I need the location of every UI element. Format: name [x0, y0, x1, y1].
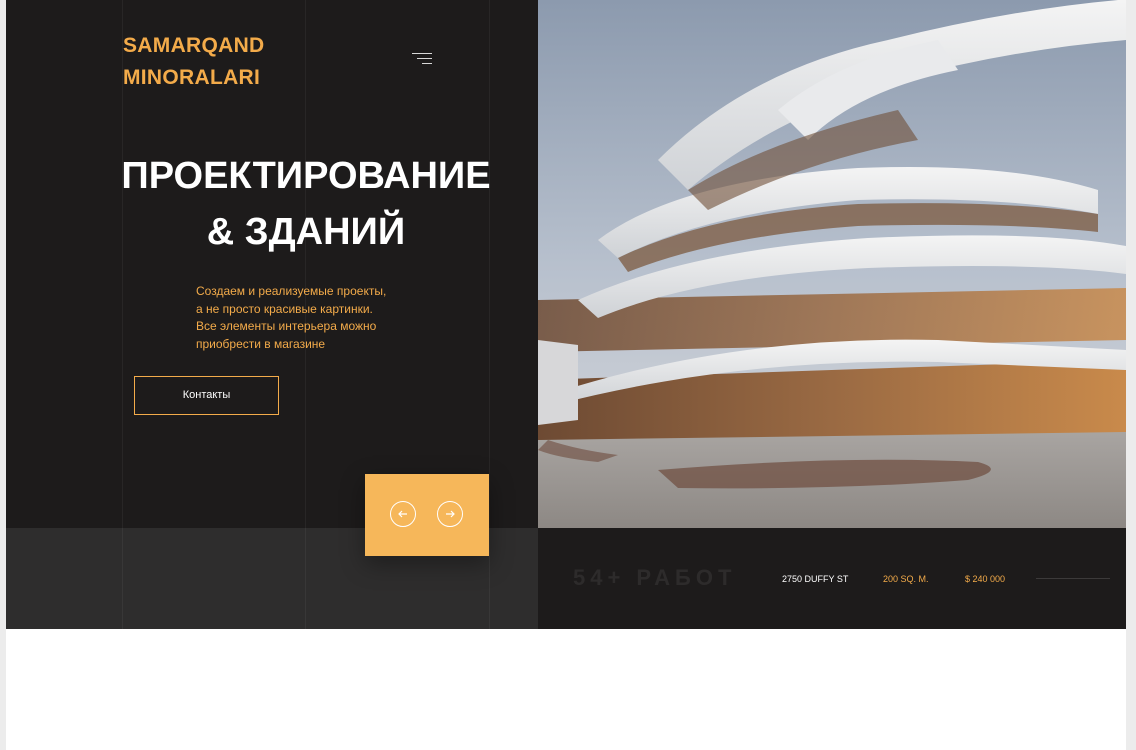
page-title: ПРОЕКТИРОВАНИЕ & ЗДАНИЙ	[106, 148, 506, 260]
title-line-2: & ЗДАНИЙ	[206, 211, 406, 253]
description-line: а не просто красивые картинки.	[196, 301, 373, 316]
slider-controls	[365, 474, 489, 556]
description-line: Создаем и реализуемые проекты,	[196, 284, 387, 298]
grid-line	[489, 0, 490, 640]
works-count: 54+ РАБОТ	[573, 565, 737, 590]
divider	[1036, 578, 1110, 579]
page: SAMARQAND MINORALARI ПРОЕКТИРОВАНИЕ & ЗД…	[6, 0, 1126, 750]
title-line-1: ПРОЕКТИРОВАНИЕ	[121, 155, 491, 197]
grid-line	[122, 0, 123, 640]
logo-line-2: MINORALARI	[123, 66, 261, 89]
contact-button[interactable]: Контакты	[134, 376, 279, 415]
arrow-left-icon[interactable]	[390, 501, 416, 527]
description-line: приобрести в магазине	[196, 336, 326, 351]
arrow-right-icon[interactable]	[437, 501, 463, 527]
description-line: Все элементы интерьера можно	[196, 319, 377, 333]
logo[interactable]: SAMARQAND MINORALARI	[123, 30, 265, 94]
hero-panel	[6, 0, 538, 528]
project-price: $ 240 000	[965, 574, 1006, 584]
project-address: 2750 DUFFY ST	[782, 574, 849, 584]
building-photo	[538, 0, 1126, 528]
logo-line-1: SAMARQAND	[123, 34, 265, 57]
hero-description: Создаем и реализуемые проекты, а не прос…	[196, 283, 426, 353]
project-area: 200 SQ. M.	[883, 574, 929, 584]
menu-icon[interactable]	[410, 50, 432, 68]
